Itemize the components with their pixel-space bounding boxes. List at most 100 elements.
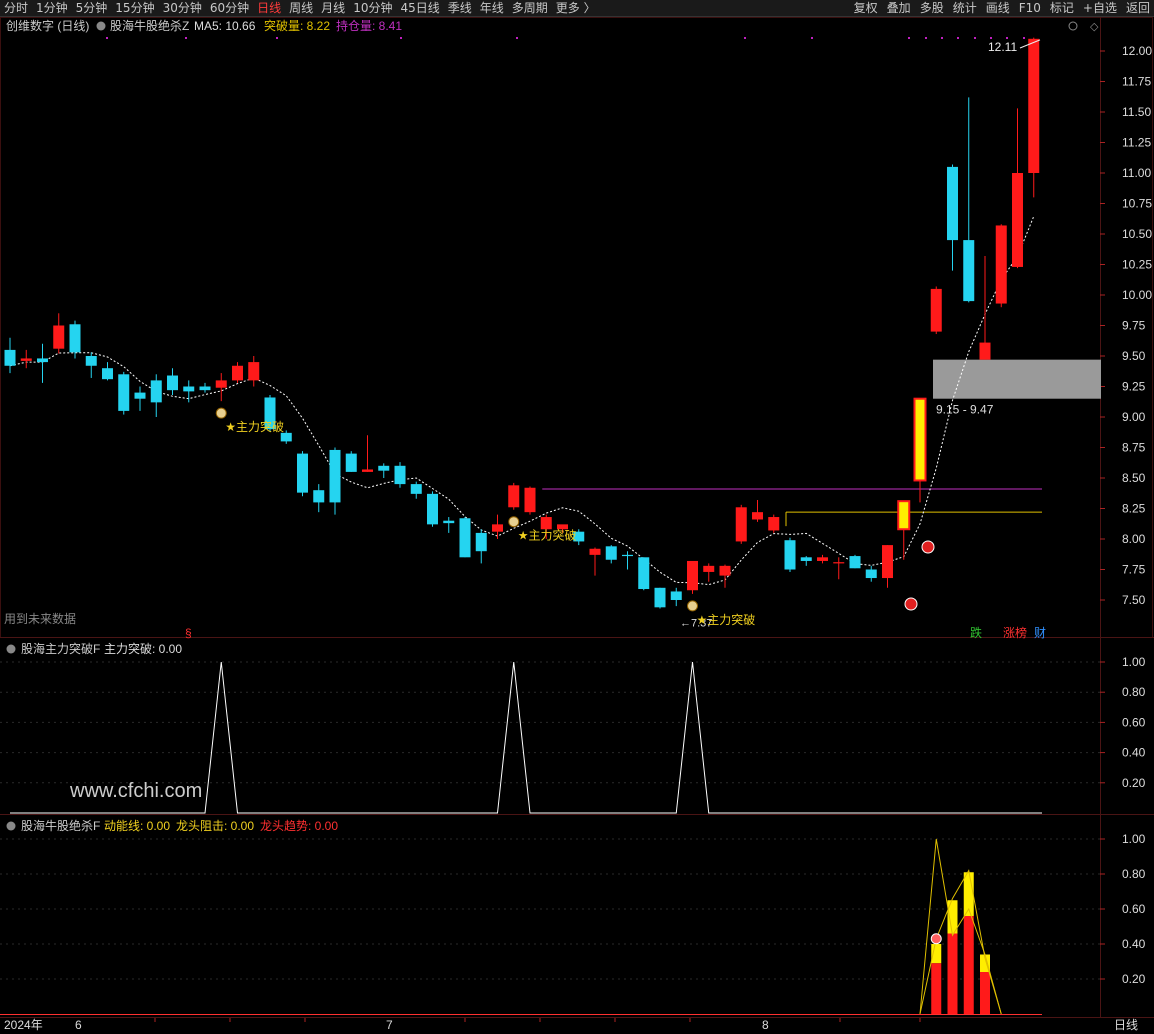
candle xyxy=(410,481,422,499)
indicator-toggle-icon xyxy=(96,21,106,31)
candle xyxy=(947,164,958,271)
toolbar-button-7[interactable]: +自选 xyxy=(1083,0,1117,16)
candle-body xyxy=(427,493,438,525)
candle xyxy=(53,313,65,354)
candle-body xyxy=(865,569,877,579)
candle xyxy=(882,545,893,588)
candle xyxy=(378,463,390,478)
main-indicator-name: 股海牛股绝杀Z xyxy=(110,18,189,33)
period-toolbar: 分时 1分钟 5分钟 15分钟 30分钟 60分钟 日线 周线 月线 10分钟 45日线 季线 年线 多周… xyxy=(0,0,1154,17)
period-tab-4[interactable]: 30分钟 xyxy=(163,0,202,16)
period-tab-3[interactable]: 15分钟 xyxy=(115,0,154,16)
candle xyxy=(475,529,487,564)
period-tab-9[interactable]: 10分钟 xyxy=(353,0,392,16)
cai-badge: 财 xyxy=(1034,626,1046,640)
candle xyxy=(329,447,341,515)
candle-body xyxy=(232,365,243,381)
period-tab-10[interactable]: 45日线 xyxy=(400,0,439,16)
sub1-toggle-icon xyxy=(6,644,16,654)
candle xyxy=(492,514,503,539)
candle xyxy=(735,504,747,544)
candle-body xyxy=(979,342,991,360)
top-marker-dot xyxy=(990,37,992,39)
diamond-icon: ◇ xyxy=(1090,21,1099,33)
main-ytick-label: 10.25 xyxy=(1122,258,1152,272)
money-bag-icon xyxy=(687,600,698,612)
candle-body xyxy=(638,557,650,590)
candle xyxy=(638,557,650,591)
candle xyxy=(134,386,146,411)
period-tab-1[interactable]: 1分钟 xyxy=(36,0,68,16)
candle xyxy=(897,500,911,560)
period-tab-5[interactable]: 60分钟 xyxy=(210,0,249,16)
period-tab-6[interactable]: 日线 xyxy=(257,0,281,16)
period-tab-13[interactable]: 多周期 xyxy=(512,0,548,16)
period-tab-8[interactable]: 月线 xyxy=(321,0,345,16)
s-marker: § xyxy=(185,626,192,640)
month-7-label: 7 xyxy=(386,1018,393,1032)
candle-body xyxy=(800,557,812,561)
candle-body xyxy=(313,490,325,503)
candle-body xyxy=(703,565,715,572)
candle-body xyxy=(215,380,227,388)
main-ytick-label: 8.50 xyxy=(1122,471,1146,485)
candle-body xyxy=(410,484,422,494)
period-tab-0[interactable]: 分时 xyxy=(4,0,28,16)
main-ytick-label: 10.50 xyxy=(1122,227,1152,241)
candle-body xyxy=(654,587,666,608)
toolbar-button-2[interactable]: 多股 xyxy=(920,0,944,16)
hold-volume-label: 持仓量: 8.41 xyxy=(336,18,402,33)
toolbar-button-3[interactable]: 统计 xyxy=(953,0,977,16)
period-label: 日线 xyxy=(1114,1018,1138,1032)
period-tab-12[interactable]: 年线 xyxy=(480,0,504,16)
period-tab-14[interactable]: 更多 〉 xyxy=(556,0,596,16)
candle-body xyxy=(784,540,796,570)
signal-label: ★主力突破 xyxy=(518,528,577,543)
main-ytick-label: 9.50 xyxy=(1122,349,1146,363)
candle xyxy=(394,462,406,488)
top-marker-dot xyxy=(744,37,746,39)
candle-body xyxy=(930,288,942,332)
period-tab-2[interactable]: 5分钟 xyxy=(76,0,108,16)
top-marker-dot xyxy=(516,37,518,39)
sub1-ytick-label: 1.00 xyxy=(1122,655,1146,669)
toolbar-button-6[interactable]: 标记 xyxy=(1050,0,1074,16)
candle-body xyxy=(102,368,113,380)
candle xyxy=(150,374,162,417)
candle-body xyxy=(833,562,845,564)
sub2-line1-label: 动能线: 0.00 xyxy=(104,819,170,833)
sub2-ytick-label: 1.00 xyxy=(1122,832,1146,846)
top-marker-dot xyxy=(276,37,278,39)
main-panel-border xyxy=(0,17,1153,638)
candle xyxy=(930,286,942,335)
candle-body xyxy=(118,374,130,411)
toolbar-button-4[interactable]: 画线 xyxy=(986,0,1010,16)
candle-body xyxy=(947,166,958,241)
candle-body xyxy=(85,356,97,366)
candle-body xyxy=(913,397,927,482)
candle-body xyxy=(1028,38,1040,173)
toolbar-button-0[interactable]: 复权 xyxy=(854,0,878,16)
main-ytick-label: 11.75 xyxy=(1122,75,1151,89)
die-badge: 跌 xyxy=(970,625,982,640)
candle xyxy=(817,554,828,564)
toolbar-button-5[interactable]: F10 xyxy=(1019,0,1041,16)
period-tab-11[interactable]: 季线 xyxy=(448,0,472,16)
candle xyxy=(248,356,260,387)
candle xyxy=(362,435,373,472)
candle-body xyxy=(475,532,487,552)
watermark-text: www.cfchi.com xyxy=(69,780,202,802)
toolbar-button-1[interactable]: 叠加 xyxy=(887,0,911,16)
sub2-signal-icon xyxy=(930,933,942,945)
toolbar-button-8[interactable]: 返回 xyxy=(1126,0,1150,16)
main-ytick-label: 11.50 xyxy=(1122,105,1151,119)
candle-body xyxy=(53,325,65,349)
candle-body xyxy=(897,500,911,531)
stock-chart[interactable]: 7.50 7.75 8.00 8.25 8.50 8.75 9.00 9.25 9.50 9.75… xyxy=(0,17,1154,1034)
period-tabs: 分时 1分钟 5分钟 15分钟 30分钟 60分钟 日线 周线 月线 10分钟 45日线 季线 年线 多周… xyxy=(4,0,604,16)
main-ytick-label: 9.25 xyxy=(1122,380,1146,394)
sub2-red-bar xyxy=(947,933,958,1014)
sub1-indicator-name: 股海主力突破F xyxy=(21,641,100,656)
period-tab-7[interactable]: 周线 xyxy=(289,0,313,16)
high-price-label: 12.11 xyxy=(988,40,1017,54)
